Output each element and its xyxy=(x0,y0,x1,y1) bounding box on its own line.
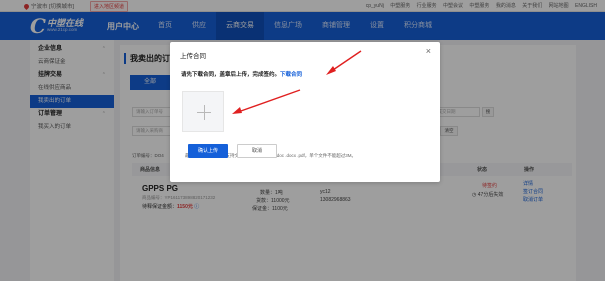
annotation-arrows xyxy=(232,50,362,114)
red-arrow-to-download xyxy=(326,50,362,75)
red-arrow-to-upload xyxy=(232,89,301,114)
